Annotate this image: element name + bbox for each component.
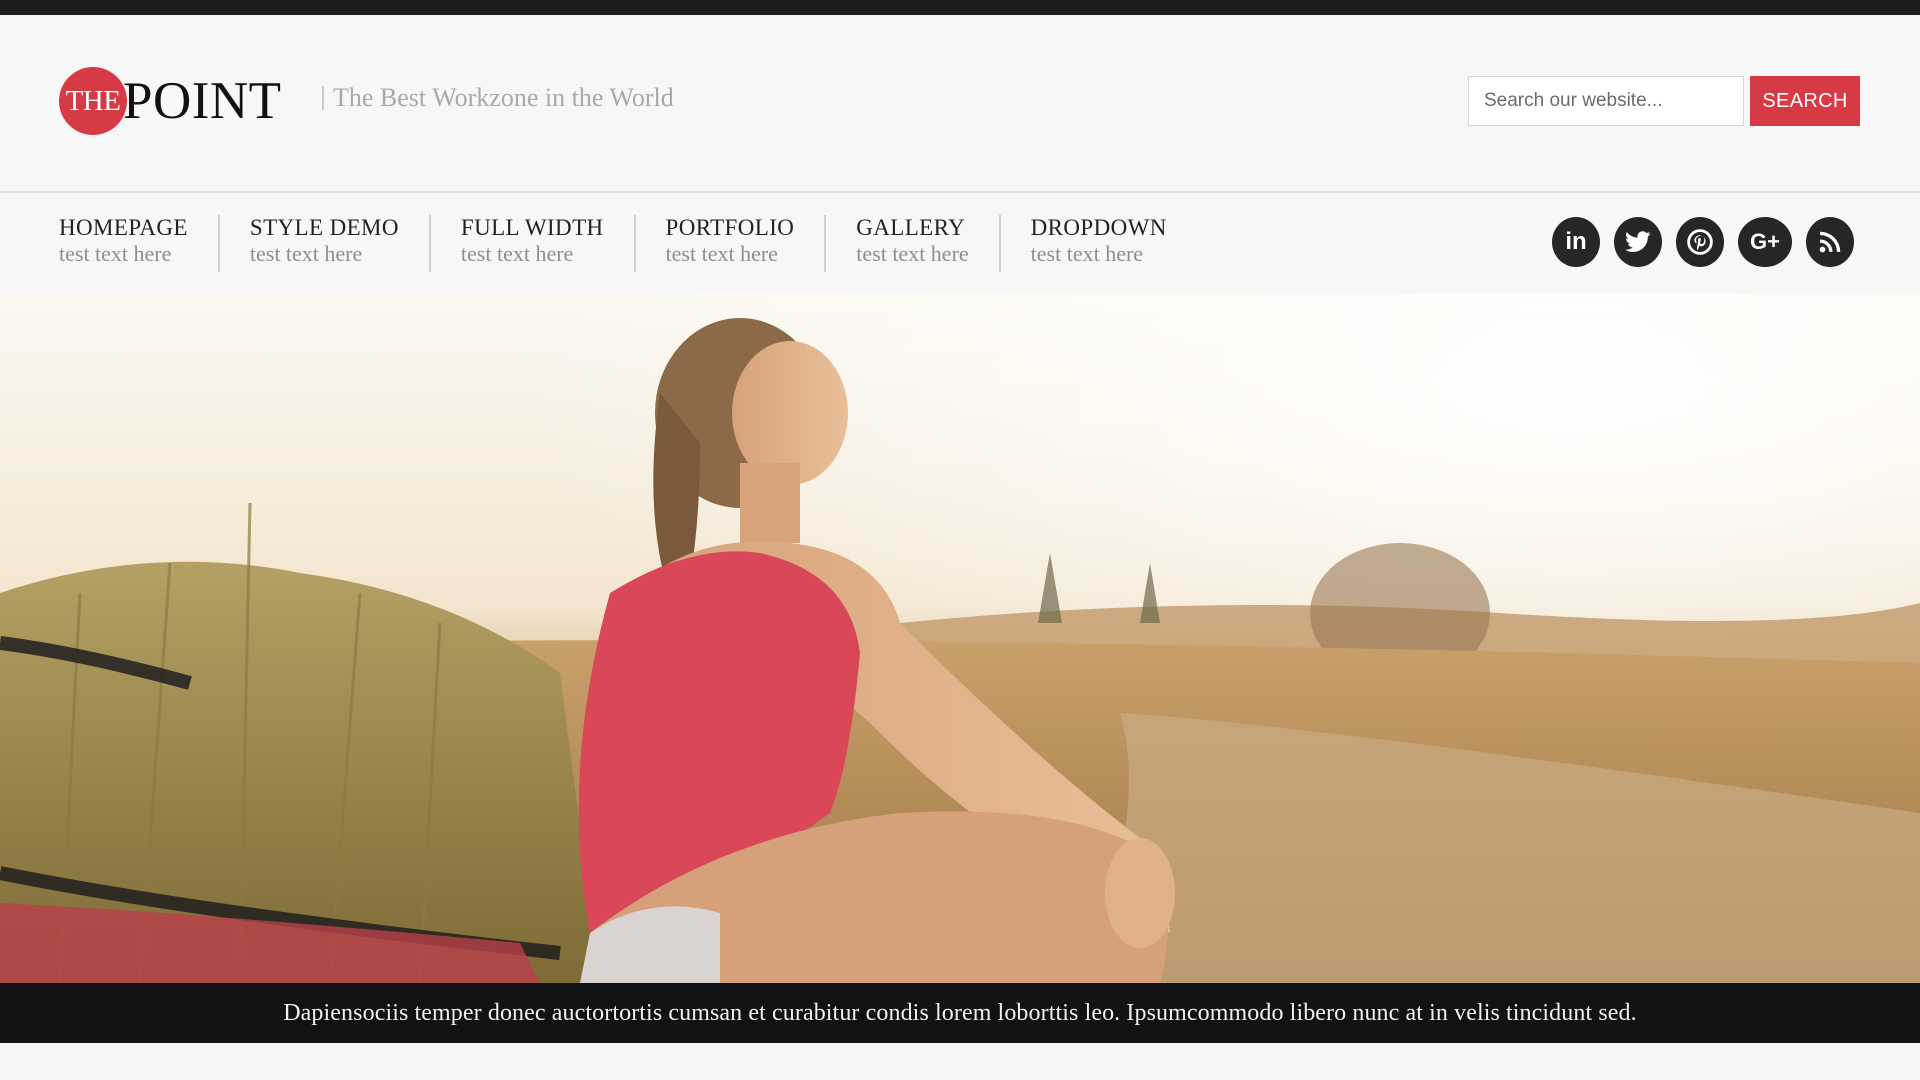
nav-item-title: PORTFOLIO (665, 215, 795, 240)
logo-circle: THE (59, 67, 127, 135)
tagline-divider (322, 86, 324, 110)
twitter-glyph (1625, 231, 1651, 252)
tagline-text: The Best Workzone in the World (333, 83, 674, 112)
search-form: SEARCH (1468, 76, 1860, 126)
nav-item-subtitle: test text here (1030, 241, 1144, 267)
nav-item-dropdown[interactable]: DROPDOWN test text here (998, 215, 1197, 272)
nav-list: HOMEPAGE test text here STYLE DEMO test … (59, 215, 1197, 272)
nav-item-portfolio[interactable]: PORTFOLIO test text here (633, 215, 825, 272)
main-nav: HOMEPAGE test text here STYLE DEMO test … (0, 195, 1920, 293)
nav-item-title: FULL WIDTH (460, 215, 604, 240)
nav-item-full-width[interactable]: FULL WIDTH test text here (428, 215, 634, 272)
social-links: in G+ (1552, 217, 1854, 267)
hero-image (0, 293, 1920, 983)
nav-item-gallery[interactable]: GALLERY test text here (824, 215, 998, 272)
rss-icon[interactable] (1806, 217, 1854, 267)
nav-item-subtitle: test text here (856, 241, 969, 267)
site-tagline: The Best Workzone in the World (322, 83, 674, 113)
nav-item-title: GALLERY (856, 215, 966, 240)
site-logo[interactable]: THE POINT (59, 67, 282, 135)
nav-item-title: DROPDOWN (1030, 215, 1167, 240)
logo-circle-text: THE (65, 84, 121, 117)
hero-caption: Dapiensociis temper donec auctortortis c… (283, 999, 1637, 1026)
linkedin-glyph: in (1565, 228, 1587, 255)
page-bottom (0, 1043, 1920, 1080)
twitter-icon[interactable] (1614, 217, 1662, 267)
nav-item-subtitle: test text here (665, 241, 778, 267)
nav-item-style-demo[interactable]: STYLE DEMO test text here (217, 215, 429, 272)
nav-item-subtitle: test text here (249, 241, 363, 267)
nav-item-title: HOMEPAGE (59, 215, 188, 240)
nav-item-title: STYLE DEMO (249, 215, 399, 240)
search-input[interactable] (1468, 76, 1744, 126)
google-plus-icon[interactable]: G+ (1738, 217, 1792, 267)
hero-caption-bar: Dapiensociis temper donec auctortortis c… (0, 983, 1920, 1043)
search-button[interactable]: SEARCH (1750, 76, 1860, 126)
rss-glyph (1819, 231, 1841, 253)
nav-item-homepage[interactable]: HOMEPAGE test text here (59, 215, 218, 272)
pinterest-glyph (1687, 229, 1713, 255)
linkedin-icon[interactable]: in (1552, 217, 1600, 267)
hero-photo (0, 293, 1920, 983)
top-strip (0, 0, 1920, 15)
nav-item-subtitle: test text here (59, 241, 172, 267)
logo-word: POINT (123, 71, 282, 130)
site-header: THE POINT The Best Workzone in the World… (0, 15, 1920, 193)
google-plus-glyph: G+ (1750, 229, 1780, 254)
pinterest-icon[interactable] (1676, 217, 1724, 267)
nav-item-subtitle: test text here (460, 241, 574, 267)
